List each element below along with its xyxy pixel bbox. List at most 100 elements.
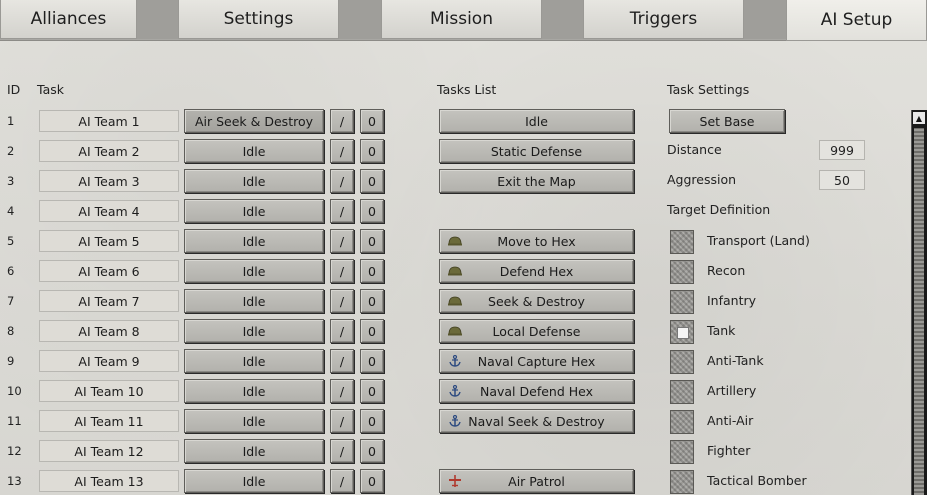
target-checkbox-tank[interactable] (670, 320, 694, 344)
slash-button[interactable]: / (330, 169, 354, 193)
slash-button[interactable]: / (330, 229, 354, 253)
row-id: 1 (7, 114, 15, 128)
task-idle-button[interactable]: Idle (439, 109, 634, 133)
tab-ai-setup[interactable]: AI Setup (786, 0, 927, 41)
anchor-icon (449, 355, 461, 367)
row-id: 12 (7, 444, 22, 458)
task-naval-seek-destroy-button[interactable]: Naval Seek & Destroy (439, 409, 634, 433)
tab-label: Mission (429, 9, 493, 29)
scrollbar[interactable]: ▲ (911, 110, 927, 495)
team-task-button[interactable]: Idle (184, 229, 324, 253)
task-label: Exit the Map (497, 173, 576, 189)
tab-mission[interactable]: Mission (381, 0, 542, 39)
target-checkbox-anti-air[interactable] (670, 410, 694, 434)
task-label: Seek & Destroy (488, 293, 585, 309)
slash-button[interactable]: / (330, 259, 354, 283)
tab-settings[interactable]: Settings (178, 0, 339, 39)
task-move-to-hex-button[interactable]: Move to Hex (439, 229, 634, 253)
target-checkbox-tactical-bomber[interactable] (670, 470, 694, 494)
team-task-button[interactable]: Idle (184, 289, 324, 313)
target-label: Tactical Bomber (707, 473, 807, 488)
zero-button[interactable]: 0 (360, 289, 384, 313)
anchor-icon (449, 385, 461, 397)
slash-button[interactable]: / (330, 469, 354, 493)
scrollbar-thumb[interactable] (914, 128, 924, 495)
team-task-button[interactable]: Idle (184, 379, 324, 403)
slash-button[interactable]: / (330, 379, 354, 403)
team-task-button[interactable]: Idle (184, 469, 324, 493)
team-task-button[interactable]: Idle (184, 349, 324, 373)
target-checkbox-infantry[interactable] (670, 290, 694, 314)
task-defend-hex-button[interactable]: Defend Hex (439, 259, 634, 283)
team-task-button[interactable]: Idle (184, 319, 324, 343)
target-checkbox-anti-tank[interactable] (670, 350, 694, 374)
zero-button[interactable]: 0 (360, 379, 384, 403)
team-name: AI Team 1 (39, 110, 179, 132)
team-task-button[interactable]: Idle (184, 409, 324, 433)
helmet-icon (448, 236, 462, 246)
task-local-defense-button[interactable]: Local Defense (439, 319, 634, 343)
task-naval-capture-hex-button[interactable]: Naval Capture Hex (439, 349, 634, 373)
task-seek-destroy-button[interactable]: Seek & Destroy (439, 289, 634, 313)
zero-button[interactable]: 0 (360, 469, 384, 493)
slash-button[interactable]: / (330, 349, 354, 373)
helmet-icon (448, 296, 462, 306)
team-task-button[interactable]: Idle (184, 439, 324, 463)
target-label: Infantry (707, 293, 757, 308)
slash-button[interactable]: / (330, 439, 354, 463)
slash-button[interactable]: / (330, 139, 354, 163)
distance-field[interactable]: 999 (819, 140, 865, 160)
anchor-icon (449, 415, 461, 427)
team-name: AI Team 12 (39, 440, 179, 462)
team-name: AI Team 8 (39, 320, 179, 342)
task-label: Defend Hex (499, 263, 574, 279)
zero-button[interactable]: 0 (360, 229, 384, 253)
set-base-button[interactable]: Set Base (669, 109, 785, 133)
scroll-up-icon[interactable]: ▲ (913, 112, 925, 124)
task-exit-map-button[interactable]: Exit the Map (439, 169, 634, 193)
zero-button[interactable]: 0 (360, 109, 384, 133)
tab-gap (744, 0, 786, 39)
task-static-defense-button[interactable]: Static Defense (439, 139, 634, 163)
task-header: Task (37, 82, 64, 97)
zero-button[interactable]: 0 (360, 409, 384, 433)
team-task-button[interactable]: Idle (184, 199, 324, 223)
tab-alliances[interactable]: Alliances (0, 0, 137, 39)
zero-button[interactable]: 0 (360, 169, 384, 193)
team-name: AI Team 2 (39, 140, 179, 162)
zero-button[interactable]: 0 (360, 439, 384, 463)
team-name: AI Team 11 (39, 410, 179, 432)
tab-triggers[interactable]: Triggers (583, 0, 744, 39)
zero-button[interactable]: 0 (360, 139, 384, 163)
aggression-field[interactable]: 50 (819, 170, 865, 190)
slash-button[interactable]: / (330, 409, 354, 433)
target-label: Anti-Air (707, 413, 754, 428)
helmet-icon (448, 266, 462, 276)
target-checkbox-fighter[interactable] (670, 440, 694, 464)
zero-button[interactable]: 0 (360, 349, 384, 373)
team-task-button[interactable]: Idle (184, 169, 324, 193)
team-task-button[interactable]: Air Seek & Destroy (184, 109, 324, 133)
task-naval-defend-hex-button[interactable]: Naval Defend Hex (439, 379, 634, 403)
team-name: AI Team 10 (39, 380, 179, 402)
team-name: AI Team 13 (39, 470, 179, 492)
slash-button[interactable]: / (330, 289, 354, 313)
target-checkbox-artillery[interactable] (670, 380, 694, 404)
target-label: Artillery (707, 383, 757, 398)
tab-label: Triggers (629, 9, 698, 29)
zero-button[interactable]: 0 (360, 259, 384, 283)
zero-button[interactable]: 0 (360, 319, 384, 343)
team-task-button[interactable]: Idle (184, 139, 324, 163)
target-checkbox-transport-land[interactable] (670, 230, 694, 254)
task-label: Naval Capture Hex (477, 353, 596, 369)
target-checkbox-recon[interactable] (670, 260, 694, 284)
team-task-button[interactable]: Idle (184, 259, 324, 283)
slash-button[interactable]: / (330, 199, 354, 223)
row-id: 6 (7, 264, 15, 278)
zero-button[interactable]: 0 (360, 199, 384, 223)
slash-button[interactable]: / (330, 109, 354, 133)
slash-button[interactable]: / (330, 319, 354, 343)
task-label: Local Defense (492, 323, 581, 339)
row-id: 5 (7, 234, 15, 248)
task-air-patrol-button[interactable]: Air Patrol (439, 469, 634, 493)
